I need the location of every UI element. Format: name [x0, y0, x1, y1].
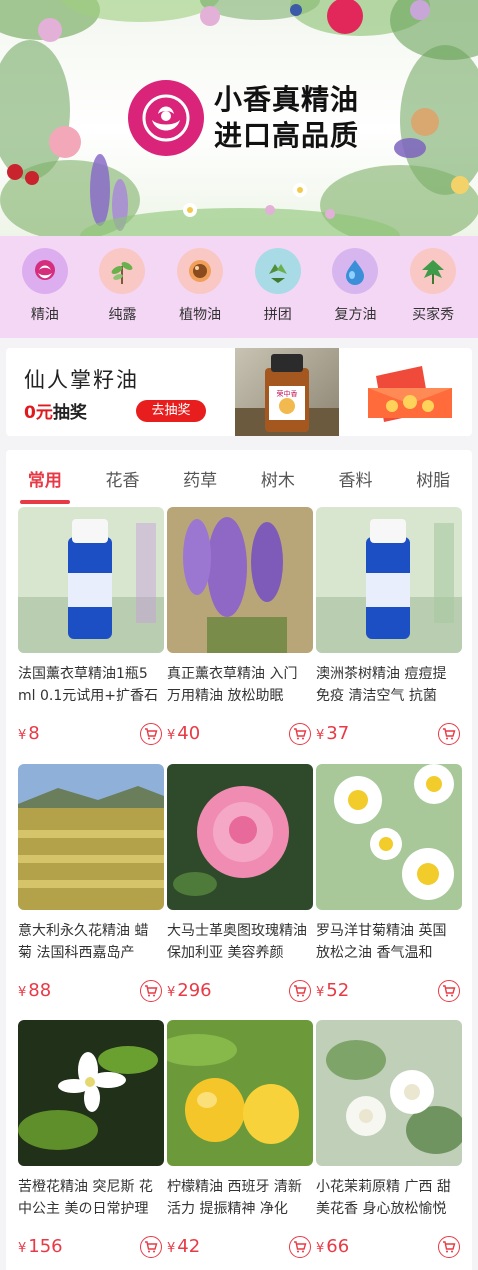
product-card[interactable]: 真正薰衣草精油 入门万用精油 放松助眠 ¥40 — [167, 507, 313, 757]
tab-woody[interactable]: 树木 — [239, 450, 317, 504]
product-card[interactable]: 澳洲茶树精油 痘痘提免疫 清洁空气 抗菌 ¥37 — [316, 507, 462, 757]
product-title: 澳洲茶树精油 痘痘提免疫 清洁空气 抗菌 — [316, 666, 447, 704]
category-label: 纯露 — [108, 307, 137, 323]
promo-bottle-photo: 荣中香 — [235, 348, 339, 436]
product-card[interactable]: 小花茉莉原精 广西 甜美花香 身心放松愉悦 ¥66 — [316, 1020, 462, 1270]
product-card[interactable]: 苦橙花精油 突尼斯 花中公主 美の日常护理 ¥156 — [18, 1020, 164, 1270]
add-to-cart-icon[interactable] — [289, 980, 311, 1002]
product-grid: 法国薰衣草精油1瓶5ml 0.1元试用+扩香石 ¥8 真正薰衣草精油 入门万用精… — [6, 504, 472, 1270]
product-price: ¥156 — [18, 1236, 63, 1257]
product-image — [167, 1020, 313, 1166]
product-image — [316, 507, 462, 653]
product-image — [167, 507, 313, 653]
category-nav: 精油 纯露 植物油 拼团 复方油 买家秀 — [0, 236, 478, 338]
product-title: 罗马洋甘菊精油 英国 放松之油 香气温和 — [316, 923, 447, 961]
add-to-cart-icon[interactable] — [438, 980, 460, 1002]
product-card[interactable]: 罗马洋甘菊精油 英国 放松之油 香气温和 ¥52 — [316, 764, 462, 1014]
brand-title: 小香真精油 — [214, 83, 360, 116]
product-image — [167, 764, 313, 910]
category-label: 植物油 — [179, 307, 222, 323]
tab-floral[interactable]: 花香 — [84, 450, 162, 504]
product-price: ¥37 — [316, 723, 350, 744]
product-title: 柠檬精油 西班牙 清新活力 提振精神 净化 — [167, 1179, 302, 1217]
product-title: 大马士革奥图玫瑰精油 保加利亚 美容养颜 — [167, 923, 307, 961]
product-price: ¥42 — [167, 1236, 201, 1257]
brand-logo-block: 小香真精油 进口高品质 — [128, 80, 359, 156]
add-to-cart-icon[interactable] — [140, 980, 162, 1002]
category-label: 复方油 — [334, 307, 377, 323]
product-card[interactable]: 意大利永久花精油 蜡菊 法国科西嘉岛产 ¥88 — [18, 764, 164, 1014]
category-hydrosol[interactable]: 纯露 — [90, 236, 154, 338]
product-price: ¥296 — [167, 980, 212, 1001]
product-title: 苦橙花精油 突尼斯 花中公主 美の日常护理 — [18, 1179, 153, 1217]
category-essential-oil[interactable]: 精油 — [13, 236, 77, 338]
seed-icon — [177, 248, 224, 294]
add-to-cart-icon[interactable] — [289, 723, 311, 745]
tab-herbal[interactable]: 药草 — [161, 450, 239, 504]
category-buyer-show[interactable]: 买家秀 — [401, 236, 465, 338]
category-tabs: 常用 花香 药草 树木 香料 树脂 — [6, 450, 472, 504]
product-title: 法国薰衣草精油1瓶5ml 0.1元试用+扩香石 — [18, 666, 158, 704]
product-card[interactable]: 法国薰衣草精油1瓶5ml 0.1元试用+扩香石 ¥8 — [18, 507, 164, 757]
product-title: 小花茉莉原精 广西 甜美花香 身心放松愉悦 — [316, 1179, 451, 1217]
category-label: 买家秀 — [412, 307, 455, 323]
promo-banner-cactus-oil[interactable]: 仙人掌籽油 0元抽奖 去抽奖 荣中香 — [6, 348, 472, 436]
product-image — [316, 1020, 462, 1166]
product-title: 真正薰衣草精油 入门万用精油 放松助眠 — [167, 666, 298, 704]
red-envelope-gift-icon — [362, 366, 458, 430]
add-to-cart-icon[interactable] — [438, 1236, 460, 1258]
category-blend-oil[interactable]: 复方油 — [323, 236, 387, 338]
product-price: ¥40 — [167, 723, 201, 744]
tab-spice[interactable]: 香料 — [317, 450, 395, 504]
rose-icon — [21, 248, 68, 294]
category-carrier-oil[interactable]: 植物油 — [168, 236, 232, 338]
product-price: ¥8 — [18, 723, 40, 744]
add-to-cart-icon[interactable] — [140, 1236, 162, 1258]
recycle-leaf-icon — [254, 248, 301, 294]
svg-text:荣中香: 荣中香 — [277, 389, 298, 398]
product-price: ¥52 — [316, 980, 350, 1001]
tab-resin[interactable]: 树脂 — [394, 450, 472, 504]
rose-logo-icon — [128, 80, 204, 156]
drop-icon — [332, 248, 379, 294]
product-image — [18, 764, 164, 910]
promo-title: 仙人掌籽油 — [24, 368, 139, 392]
promo-subtitle: 0元抽奖 — [24, 403, 87, 423]
product-card[interactable]: 柠檬精油 西班牙 清新活力 提振精神 净化 ¥42 — [167, 1020, 313, 1270]
product-card[interactable]: 大马士革奥图玫瑰精油 保加利亚 美容养颜 ¥296 — [167, 764, 313, 1014]
product-title: 意大利永久花精油 蜡菊 法国科西嘉岛产 — [18, 923, 149, 961]
sprout-icon — [99, 248, 146, 294]
category-label: 精油 — [30, 307, 59, 323]
add-to-cart-icon[interactable] — [438, 723, 460, 745]
product-price: ¥66 — [316, 1236, 350, 1257]
tab-common[interactable]: 常用 — [6, 450, 84, 504]
category-label: 拼团 — [263, 307, 292, 323]
lottery-button[interactable]: 去抽奖 — [136, 400, 206, 422]
leaf-icon — [410, 248, 457, 294]
add-to-cart-icon[interactable] — [140, 723, 162, 745]
add-to-cart-icon[interactable] — [289, 1236, 311, 1258]
header-banner: 小香真精油 进口高品质 — [0, 0, 478, 236]
product-image — [316, 764, 462, 910]
product-price: ¥88 — [18, 980, 52, 1001]
product-image — [18, 507, 164, 653]
product-image — [18, 1020, 164, 1166]
brand-slogan: 进口高品质 — [214, 119, 360, 152]
category-group-buy[interactable]: 拼团 — [246, 236, 310, 338]
